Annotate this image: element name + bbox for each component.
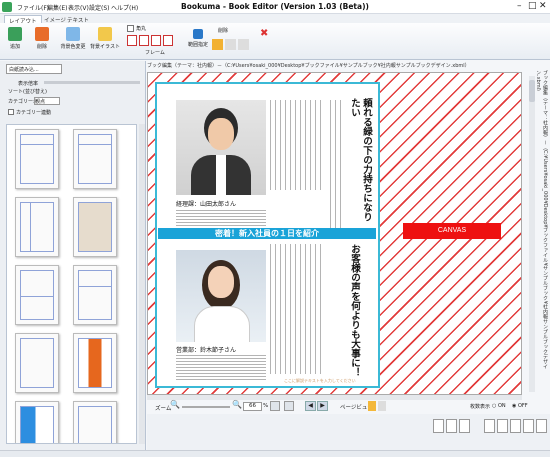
feature-banner[interactable]: 密着！新入社員の１日を紹介 <box>158 228 376 239</box>
fit-page-icon[interactable] <box>270 401 280 411</box>
blank-load-button[interactable]: 白紙読み込... <box>6 64 62 74</box>
layout-thumbnail[interactable] <box>15 401 59 443</box>
caption-1: 経理課：山田太郎さん <box>176 201 237 208</box>
zoom-out-icon[interactable]: 🔍 <box>170 400 180 409</box>
zoom-value-input[interactable]: 66 <box>243 402 262 411</box>
footer-note: ここに解説テキストを入力してください <box>284 378 356 383</box>
next-page-icon[interactable]: ▶ <box>317 401 328 411</box>
page-view-icon[interactable] <box>368 401 376 411</box>
status-bar <box>0 450 550 457</box>
corner-label: 角丸 <box>136 26 147 32</box>
palette-icon <box>66 27 80 41</box>
page-strip-thumbnail[interactable] <box>433 419 444 433</box>
page-strip-thumbnail[interactable] <box>459 419 470 433</box>
caption-2: 営業部：鈴木節子さん <box>176 347 237 354</box>
count-display-label: 枚数表示 <box>470 404 491 410</box>
trash-label: 削除 <box>218 28 229 34</box>
employee-photo-2[interactable] <box>176 250 266 342</box>
range-icon <box>193 29 203 39</box>
layout-thumbnail[interactable] <box>73 265 117 325</box>
range-select-button[interactable]: 範囲指定 <box>187 29 209 48</box>
bg-illust-button[interactable]: 背景イラスト <box>90 27 120 50</box>
layout-thumbnail[interactable] <box>73 197 117 257</box>
employee-photo-1[interactable] <box>176 100 266 195</box>
delete-x-icon[interactable]: ✖ <box>260 28 270 39</box>
page-strip-thumbnail[interactable] <box>536 419 547 433</box>
frame-label: フレーム <box>145 50 165 56</box>
layout-thumbnail[interactable] <box>73 129 117 189</box>
sort-label: ソート(並び替え) <box>8 89 47 95</box>
add-button[interactable]: 追加 <box>5 27 25 50</box>
thumbnail-list <box>6 124 137 444</box>
page-strip-thumbnail[interactable] <box>510 419 521 433</box>
count-off-radio[interactable]: ◉ OFF <box>512 403 528 409</box>
window-title: Bookuma - Book Editor (Version 1.03 (Bet… <box>181 2 369 11</box>
layout-thumbnail[interactable] <box>15 129 59 189</box>
align-tools[interactable] <box>212 39 250 51</box>
add-page-icon <box>8 27 22 41</box>
category-link-label: カテゴリー連動 <box>16 110 52 116</box>
canvas-label: CANVAS <box>403 223 501 239</box>
bg-color-change-button[interactable]: 背景色変更 <box>58 27 88 50</box>
frame-selector[interactable] <box>127 35 182 46</box>
zoom-in-icon[interactable]: 🔍 <box>232 400 242 409</box>
layout-thumbnail[interactable] <box>73 401 117 443</box>
layout-thumbnail[interactable] <box>15 333 59 393</box>
thumbnail-scrollbar[interactable] <box>139 124 145 444</box>
zoom-unit: % <box>263 403 269 409</box>
layout-thumbnail[interactable] <box>15 197 59 257</box>
file-path-label: ブック編集（テーマ：社内報）－（C:¥Users¥osaki_000¥Deskt… <box>147 63 470 69</box>
layout-thumbnail[interactable] <box>73 333 117 393</box>
zoom-label: ズーム <box>155 406 172 412</box>
headline-1[interactable]: 頼れる緑の下の力持ちになりたい <box>348 98 372 226</box>
delete-page-icon <box>35 27 49 41</box>
page-view-alt-icon[interactable] <box>378 401 386 411</box>
corner-checkbox[interactable] <box>127 25 134 32</box>
delete-page-button[interactable]: 削除 <box>32 27 52 50</box>
category-label: カテゴリー: <box>8 99 35 105</box>
count-on-radio[interactable]: ○ ON <box>492 403 506 409</box>
vertical-path-label: ブック編集（テーマ：社内報）－（C:¥Users¥osaki_000¥Deskt… <box>537 70 548 369</box>
page-strip-thumbnail[interactable] <box>497 419 508 433</box>
horizontal-scrollbar[interactable] <box>147 395 522 400</box>
display-scale-label: 表示倍率 <box>18 81 39 87</box>
layout-thumbnail[interactable] <box>15 265 59 325</box>
headline-2[interactable]: お客様の声を何よりも大事に！ <box>348 244 360 382</box>
scale-slider[interactable] <box>44 81 140 84</box>
category-select[interactable]: 観点 <box>34 97 60 105</box>
page-strip-thumbnail[interactable] <box>523 419 534 433</box>
category-link-checkbox[interactable] <box>8 109 14 115</box>
maximize-icon[interactable]: □ <box>528 1 537 11</box>
page-strip-thumbnail[interactable] <box>446 419 457 433</box>
minimize-icon[interactable]: – <box>517 1 522 11</box>
page-strip-thumbnail[interactable] <box>484 419 495 433</box>
close-icon[interactable]: ✕ <box>539 1 547 11</box>
star-icon <box>98 27 112 41</box>
prev-page-icon[interactable]: ◀ <box>305 401 316 411</box>
vertical-scrollbar[interactable] <box>529 76 535 392</box>
zoom-slider[interactable] <box>182 406 230 408</box>
fit-width-icon[interactable] <box>284 401 294 411</box>
vertical-scroll-thumb[interactable] <box>529 80 535 102</box>
